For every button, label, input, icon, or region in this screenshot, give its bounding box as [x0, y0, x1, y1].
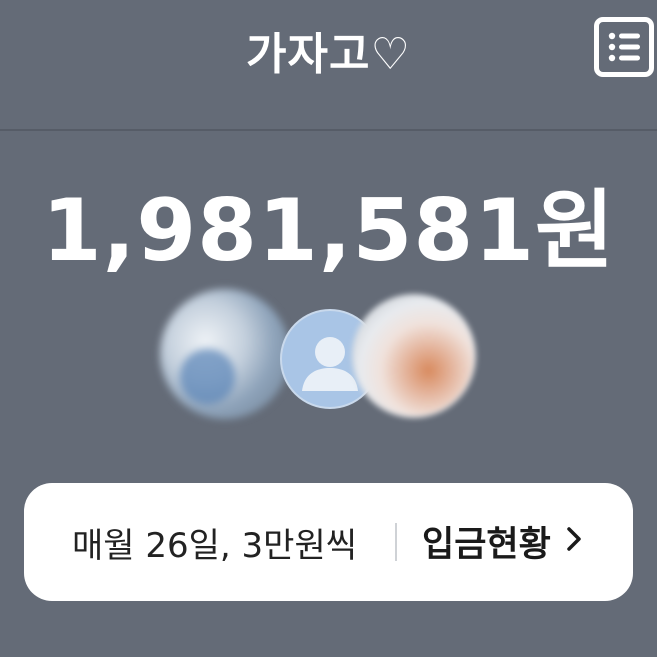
deposit-status-link[interactable]: 입금현황 [422, 511, 583, 571]
member-avatar-1[interactable] [160, 289, 290, 419]
deposit-status-label: 입금현황 [422, 524, 551, 565]
divider [395, 523, 397, 561]
deposit-schedule-text: 매월 26일, 3만원씩 [72, 526, 357, 566]
member-avatar-3[interactable] [352, 294, 476, 418]
deposit-card: 매월 26일, 3만원씩 입금현황 [24, 483, 633, 601]
chevron-right-icon [565, 525, 583, 557]
